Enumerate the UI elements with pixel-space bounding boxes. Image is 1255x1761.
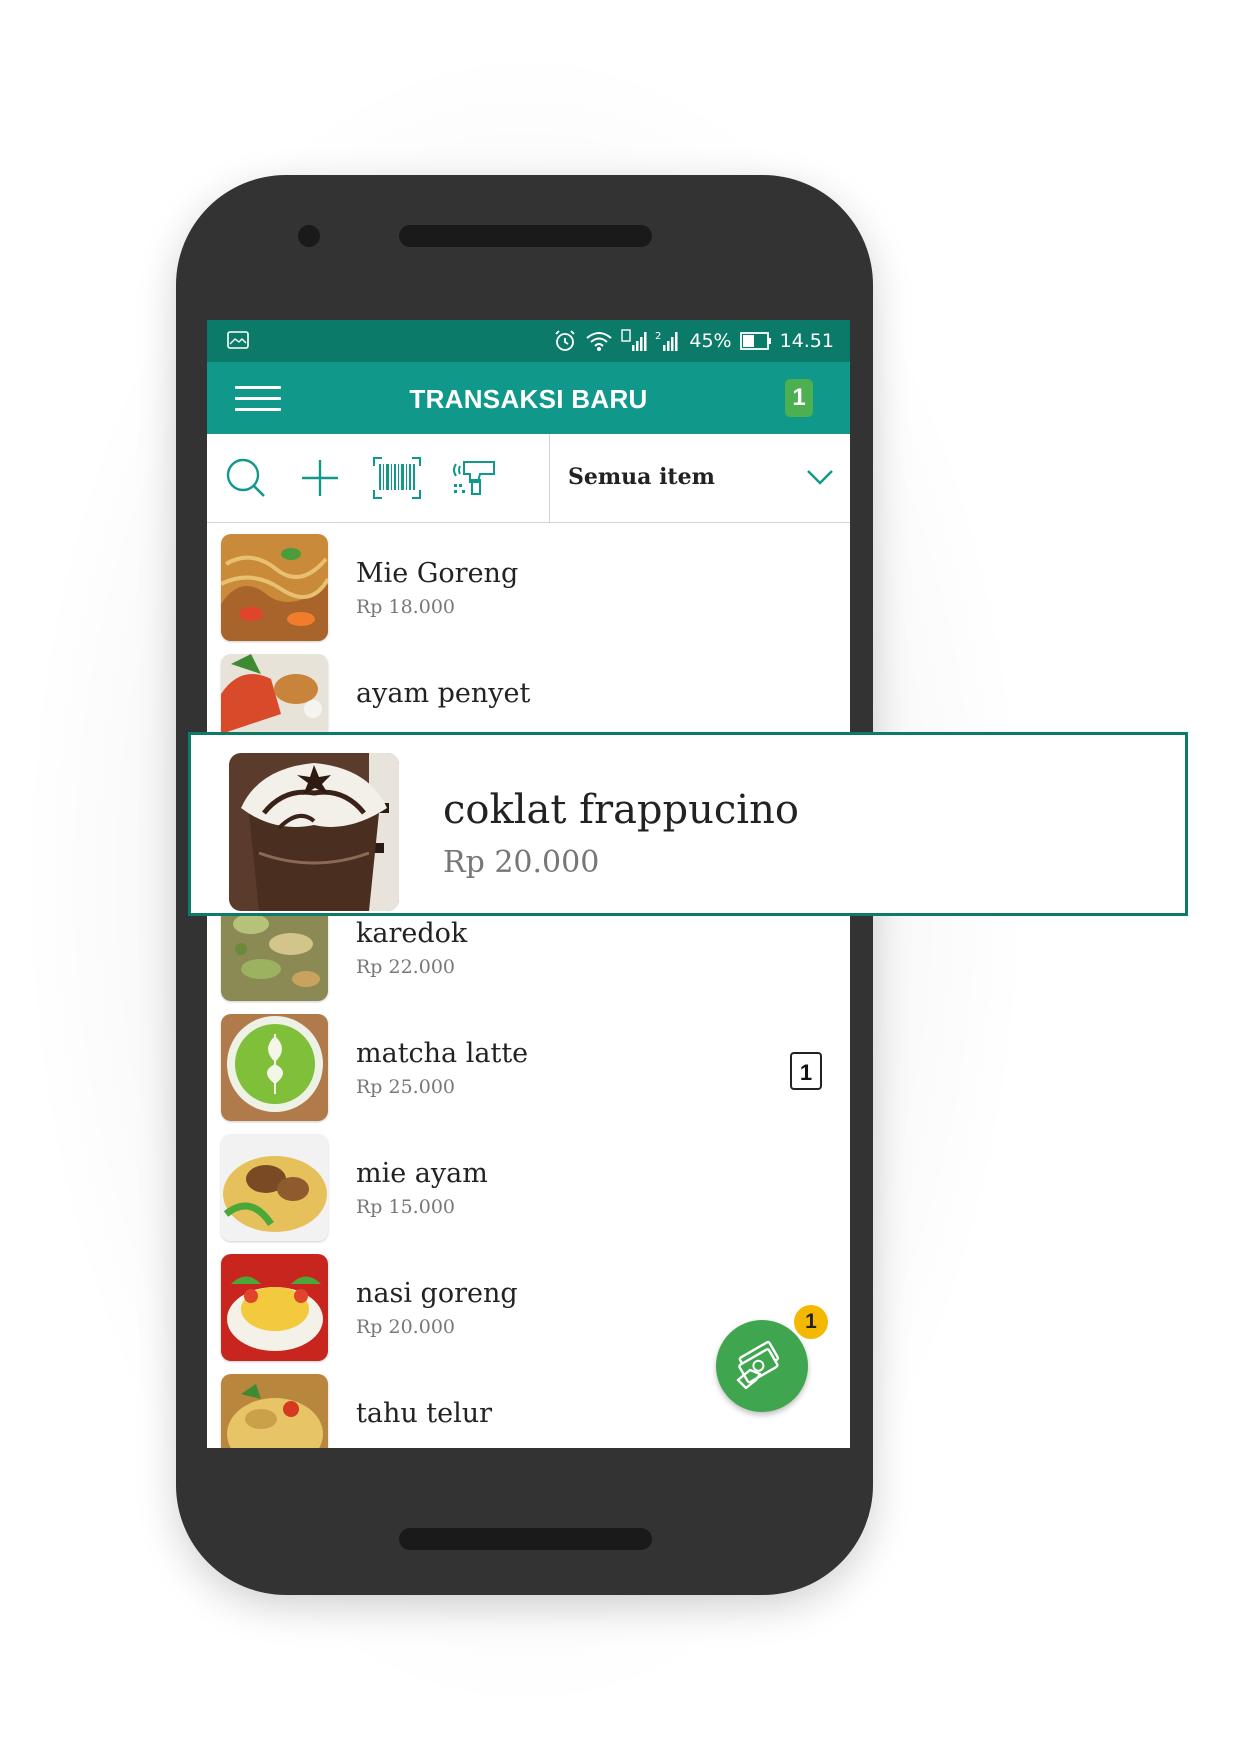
item-name: nasi goreng [356, 1278, 518, 1309]
checkout-fab[interactable] [716, 1320, 808, 1412]
item-price: Rp 18.000 [356, 596, 455, 618]
signal-sim1-icon [621, 329, 647, 351]
clock: 14.51 [779, 330, 834, 352]
status-bar: 2 45% 14.51 [207, 320, 850, 362]
item-thumbnail [221, 1134, 328, 1241]
toolbar: Semua item [207, 434, 850, 523]
item-thumbnail [221, 1374, 328, 1448]
chevron-down-icon [807, 470, 833, 485]
app-bar: TRANSAKSI BARU 1 [207, 362, 850, 434]
highlighted-item-price: Rp 20.000 [443, 845, 600, 880]
item-name: matcha latte [356, 1038, 529, 1069]
item-thumbnail [229, 753, 399, 911]
alarm-icon [555, 330, 575, 351]
bottom-speaker [399, 1528, 652, 1550]
highlighted-item-name: coklat frappucino [443, 787, 799, 833]
item-price: Rp 20.000 [356, 1316, 455, 1338]
item-thumbnail [221, 1254, 328, 1361]
category-dropdown[interactable]: Semua item [550, 434, 850, 522]
item-thumbnail [221, 534, 328, 641]
page-title: TRANSAKSI BARU [409, 384, 648, 414]
item-thumbnail [221, 1014, 328, 1121]
signal-sim2-icon: 2 [655, 331, 678, 351]
category-dropdown-value: Semua item [568, 464, 715, 490]
item-quantity-badge: 1 [790, 1052, 822, 1090]
scanner-icon[interactable] [450, 456, 496, 500]
search-icon[interactable] [223, 456, 269, 500]
list-item[interactable]: matcha latte Rp 25.000 1 [207, 1002, 850, 1122]
battery-percent: 45% [689, 330, 732, 352]
image-icon [227, 331, 249, 349]
cart-count-badge[interactable]: 1 [785, 379, 813, 417]
top-speaker [399, 225, 652, 247]
highlighted-list-item[interactable]: coklat frappucino Rp 20.000 [188, 732, 1188, 916]
barcode-icon[interactable] [372, 456, 421, 500]
wifi-icon [586, 332, 612, 351]
item-name: Mie Goreng [356, 558, 519, 589]
list-item[interactable]: mie ayam Rp 15.000 [207, 1122, 850, 1242]
cash-payment-icon [736, 1340, 780, 1390]
fab-count-badge: 1 [794, 1305, 828, 1339]
item-name: tahu telur [356, 1398, 493, 1429]
item-price: Rp 22.000 [356, 956, 455, 978]
svg-text:2: 2 [655, 331, 661, 342]
add-icon[interactable] [297, 456, 343, 500]
item-name: mie ayam [356, 1158, 488, 1189]
camera [298, 225, 320, 247]
item-price: Rp 15.000 [356, 1196, 455, 1218]
list-item[interactable]: Mie Goreng Rp 18.000 [207, 522, 850, 642]
battery-icon [739, 332, 771, 350]
item-name: karedok [356, 918, 468, 949]
item-name: ayam penyet [356, 678, 531, 709]
item-price: Rp 25.000 [356, 1076, 455, 1098]
